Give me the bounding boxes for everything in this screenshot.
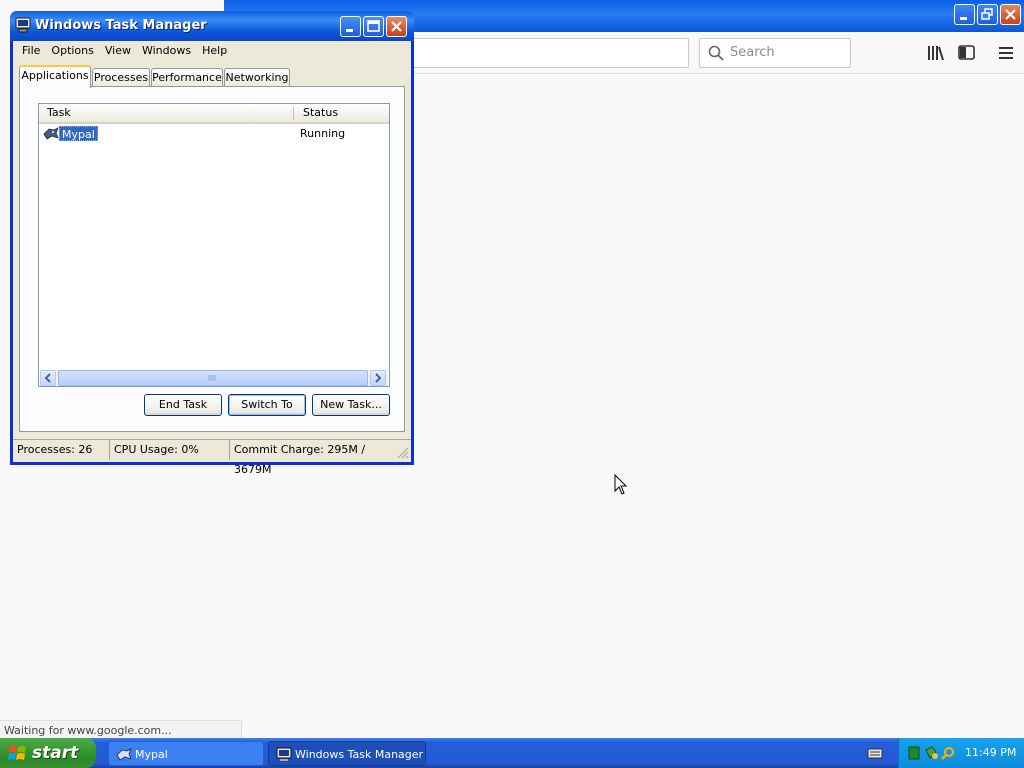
taskbar: start Mypal Windows Task Manager 11:49 P… — [0, 738, 1024, 768]
tab-performance[interactable]: Performance — [151, 68, 223, 87]
search-input[interactable]: Search — [699, 38, 851, 68]
window-title: Windows Task Manager — [35, 18, 207, 33]
task-manager-icon — [15, 17, 31, 33]
scroll-thumb[interactable] — [58, 370, 368, 386]
windows-logo-icon — [8, 746, 26, 760]
minimize-icon — [960, 17, 967, 20]
hamburger-menu-icon[interactable] — [996, 44, 1016, 62]
task-manager-titlebar[interactable]: Windows Task Manager — [10, 11, 414, 41]
row-task-name: Mypal — [59, 126, 98, 141]
maximize-button[interactable] — [363, 16, 384, 37]
scroll-left-button[interactable] — [40, 370, 56, 386]
end-task-button[interactable]: End Task — [144, 394, 222, 416]
column-divider[interactable] — [293, 107, 294, 120]
list-header: Task Status — [39, 104, 389, 124]
task-manager-window: Windows Task Manager File Options View W… — [10, 11, 414, 476]
restore-icon — [981, 8, 993, 20]
network-status-icon[interactable] — [908, 746, 920, 760]
applications-panel: Task Status Mypal Running End Task Switc… — [19, 86, 405, 432]
menu-view[interactable]: View — [100, 41, 137, 61]
switch-to-button[interactable]: Switch To — [228, 394, 306, 416]
browser-restore-button[interactable] — [977, 4, 998, 25]
minimize-icon — [346, 29, 353, 32]
column-header-task[interactable]: Task — [39, 104, 293, 122]
grip-icon — [208, 375, 216, 381]
arrow-left-icon — [44, 373, 51, 383]
mouse-cursor-icon — [614, 474, 628, 495]
menu-windows[interactable]: Windows — [137, 41, 197, 61]
status-processes: Processes: 26 — [13, 440, 110, 460]
tab-applications[interactable]: Applications — [19, 65, 91, 88]
start-label: start — [32, 743, 79, 763]
sidebar-icon[interactable] — [957, 44, 977, 62]
library-icon[interactable] — [926, 44, 946, 62]
system-tray: 11:49 PM — [898, 738, 1024, 768]
safely-remove-hardware-icon[interactable] — [924, 746, 938, 760]
table-row[interactable]: Mypal Running — [39, 125, 389, 142]
status-bar: Processes: 26 CPU Usage: 0% Commit Charg… — [13, 439, 411, 476]
close-icon — [391, 21, 402, 32]
browser-status-text: Waiting for www.google.com... — [0, 720, 242, 739]
search-placeholder: Search — [730, 45, 775, 60]
mypal-icon — [43, 127, 59, 140]
horizontal-scrollbar[interactable] — [40, 370, 388, 386]
close-button[interactable] — [386, 16, 407, 37]
menu-bar: File Options View Windows Help — [13, 41, 411, 61]
keyboard-icon[interactable] — [867, 746, 883, 760]
search-icon — [708, 45, 724, 61]
magnifier-icon[interactable] — [941, 746, 955, 760]
browser-minimize-button[interactable] — [954, 4, 975, 25]
minimize-button[interactable] — [340, 16, 361, 37]
arrow-right-icon — [375, 373, 382, 383]
clock[interactable]: 11:49 PM — [965, 738, 1016, 768]
task-manager-icon — [276, 747, 292, 761]
menu-help[interactable]: Help — [197, 41, 233, 61]
taskbar-item-mypal[interactable]: Mypal — [108, 741, 264, 766]
taskbar-item-label: Mypal — [135, 748, 168, 761]
taskbar-item-task-manager[interactable]: Windows Task Manager — [268, 741, 426, 766]
maximize-icon — [367, 20, 380, 32]
resize-grip-icon[interactable] — [395, 445, 409, 459]
url-bar[interactable] — [412, 38, 689, 68]
row-task-status: Running — [300, 127, 346, 140]
menu-file[interactable]: File — [17, 41, 46, 61]
menu-options[interactable]: Options — [46, 41, 99, 61]
new-task-button[interactable]: New Task... — [312, 394, 390, 416]
status-commit-charge: Commit Charge: 295M / 3679M — [234, 443, 366, 476]
tab-networking[interactable]: Networking — [224, 68, 290, 87]
task-list[interactable]: Task Status Mypal Running — [38, 103, 390, 387]
browser-close-button[interactable] — [1000, 4, 1021, 25]
close-icon — [1005, 9, 1016, 20]
mypal-icon — [116, 748, 132, 761]
scroll-right-button[interactable] — [370, 370, 386, 386]
column-header-status[interactable]: Status — [295, 104, 389, 122]
status-cpu-usage: CPU Usage: 0% — [110, 440, 230, 460]
taskbar-item-label: Windows Task Manager — [295, 748, 424, 761]
start-button[interactable]: start — [0, 738, 96, 768]
tab-processes[interactable]: Processes — [92, 68, 150, 87]
